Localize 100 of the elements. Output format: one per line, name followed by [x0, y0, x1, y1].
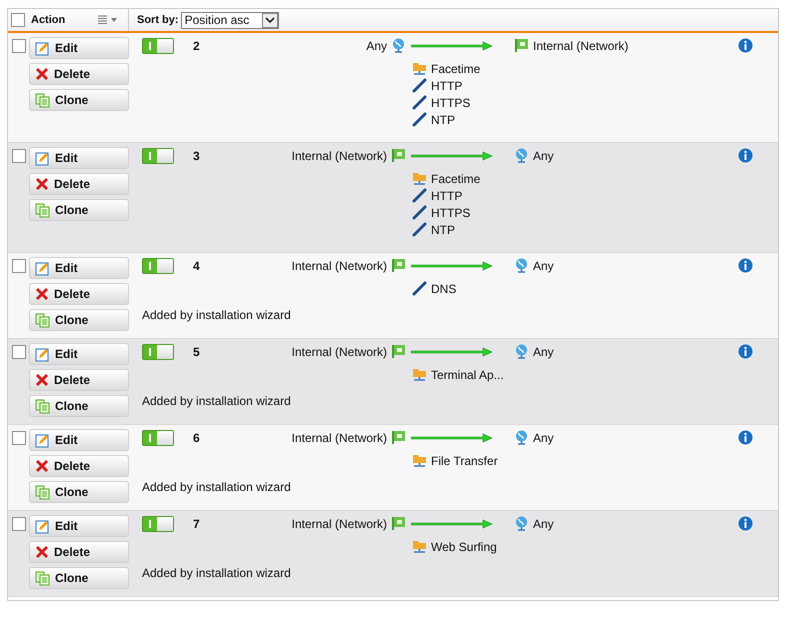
globe-icon [514, 430, 529, 445]
checkbox[interactable] [12, 345, 26, 359]
flag-icon [391, 258, 406, 273]
edit-icon [35, 432, 50, 448]
toggle-switch[interactable] [142, 258, 174, 274]
delete-button[interactable]: Delete [29, 455, 129, 477]
delete-button[interactable]: Delete [29, 541, 129, 563]
delete-button[interactable]: Delete [29, 369, 129, 391]
column-menu-icon[interactable] [98, 15, 118, 25]
close-icon [35, 177, 49, 191]
source-label: Internal (Network) [292, 258, 387, 274]
service-label: Facetime [431, 60, 480, 78]
edit-icon [35, 40, 50, 56]
action-header: Action [31, 12, 66, 28]
delete-button[interactable]: Delete [29, 63, 129, 85]
flag-icon [391, 148, 406, 163]
clone-button[interactable]: Clone [29, 89, 129, 111]
clone-button[interactable]: Clone [29, 481, 129, 503]
info-icon[interactable] [738, 148, 753, 163]
info-icon[interactable] [738, 38, 753, 53]
delete-button[interactable]: Delete [29, 173, 129, 195]
edit-button[interactable]: Edit [29, 429, 129, 451]
service-label: HTTP [431, 188, 462, 204]
checkbox[interactable] [12, 259, 26, 273]
toggle-switch[interactable] [142, 38, 174, 54]
plug-icon [412, 205, 427, 220]
sort-select[interactable]: Position asc [180, 12, 279, 28]
toggle-switch[interactable] [142, 344, 174, 360]
arrow-icon [411, 432, 493, 442]
info-icon[interactable] [738, 344, 753, 359]
destination-label: Any [533, 148, 554, 164]
folder-icon [412, 367, 427, 382]
clone-button[interactable]: Clone [29, 567, 129, 589]
destination-label: Any [533, 344, 554, 360]
source-label: Internal (Network) [292, 430, 387, 446]
service-label: Facetime [431, 170, 480, 188]
arrow-icon [411, 40, 493, 50]
rule-number: 2 [193, 38, 200, 54]
edit-icon [35, 150, 50, 166]
checkbox[interactable] [12, 39, 26, 53]
sort-label: Sort by: [137, 12, 179, 28]
clone-button[interactable]: Clone [29, 395, 129, 417]
clone-button[interactable]: Clone [29, 199, 129, 221]
delete-button[interactable]: Delete [29, 283, 129, 305]
flag-icon [391, 430, 406, 445]
service-label: File Transfer [431, 452, 498, 470]
close-icon [35, 459, 49, 473]
plug-icon [412, 281, 427, 296]
rule-comment: Added by installation wizard [142, 479, 292, 496]
edit-icon [35, 346, 50, 362]
checkbox[interactable] [12, 149, 26, 163]
globe-icon [514, 516, 529, 531]
destination-label: Any [533, 258, 554, 274]
info-icon[interactable] [738, 516, 753, 531]
copy-icon [35, 202, 50, 218]
flag-icon [391, 344, 406, 359]
source-label: Internal (Network) [292, 516, 387, 532]
edit-icon [35, 518, 50, 534]
close-icon [35, 545, 49, 559]
edit-button[interactable]: Edit [29, 37, 129, 59]
service-label: HTTPS [431, 94, 470, 112]
checkbox[interactable] [11, 13, 25, 27]
source-label: Internal (Network) [292, 344, 387, 360]
checkbox[interactable] [12, 431, 26, 445]
edit-button[interactable]: Edit [29, 515, 129, 537]
info-icon[interactable] [738, 258, 753, 273]
folder-icon [412, 61, 427, 76]
service-label: NTP [431, 112, 455, 128]
globe-icon [514, 258, 529, 273]
globe-icon [514, 344, 529, 359]
edit-button[interactable]: Edit [29, 147, 129, 169]
edit-button[interactable]: Edit [29, 257, 129, 279]
globe-icon [391, 38, 406, 53]
plug-icon [412, 78, 427, 93]
toggle-switch[interactable] [142, 516, 174, 532]
info-icon[interactable] [738, 430, 753, 445]
clone-button[interactable]: Clone [29, 309, 129, 331]
edit-button[interactable]: Edit [29, 343, 129, 365]
copy-icon [35, 312, 50, 328]
chevron-down-icon [262, 12, 278, 28]
service-label: NTP [431, 222, 455, 238]
plug-icon [412, 112, 427, 127]
toggle-switch[interactable] [142, 148, 174, 164]
plug-icon [412, 95, 427, 110]
plug-icon [412, 222, 427, 237]
service-label: Terminal Ap... [431, 366, 504, 384]
source-label: Internal (Network) [292, 148, 387, 164]
rule-number: 3 [193, 148, 200, 164]
rule-number: 5 [193, 344, 200, 360]
rule-number: 6 [193, 430, 200, 446]
service-label: DNS [431, 280, 456, 298]
close-icon [35, 373, 49, 387]
arrow-icon [411, 518, 493, 528]
arrow-icon [411, 346, 493, 356]
plug-icon [412, 188, 427, 203]
service-label: Web Surfing [431, 538, 497, 556]
checkbox[interactable] [12, 517, 26, 531]
toggle-switch[interactable] [142, 430, 174, 446]
service-label: HTTP [431, 78, 462, 94]
folder-icon [412, 453, 427, 468]
